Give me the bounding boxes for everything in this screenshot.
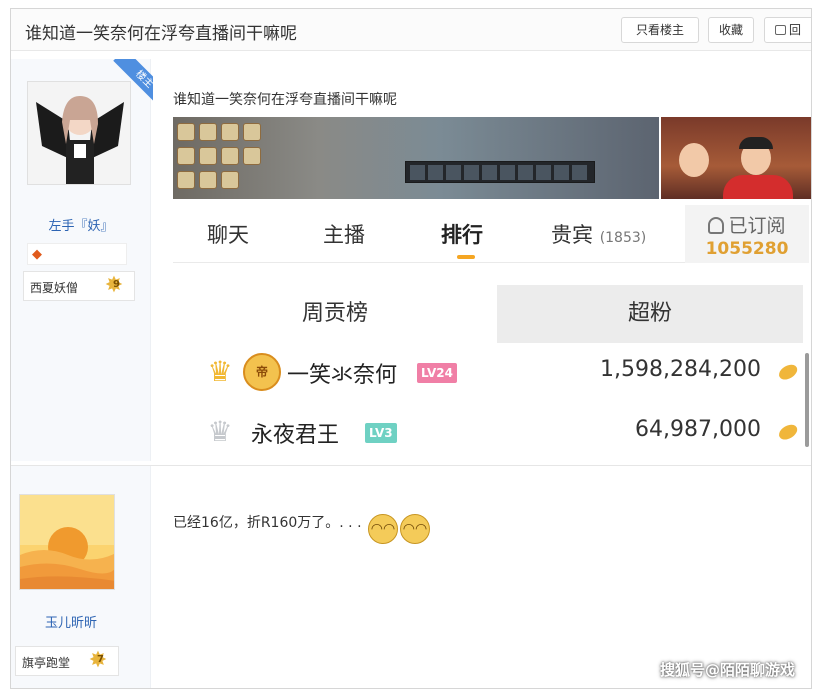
vip-count: (1853) [599, 230, 647, 246]
username[interactable]: 玉儿昕昕 [11, 612, 131, 631]
tab-streamer[interactable]: 主播 [323, 219, 365, 249]
reply-icon [775, 25, 786, 35]
user-level: 西夏妖僧 ✸ 9 [23, 271, 135, 301]
ranking-row[interactable]: ♛ 帝 一笑氺奈何 LV24 1,598,284,200 ⬬ [203, 353, 804, 395]
stream-screenshot: 聊天 主播 排行 贵宾 (1853) 已订阅 1055280 周贡榜 超粉 ♛ [173, 117, 811, 457]
level-title: 西夏妖僧 [30, 281, 79, 295]
gold-crown-icon: ♛ [207, 355, 233, 388]
user-level: 旗亭跑堂 ✸ 7 [15, 646, 119, 676]
sunset-avatar-image [20, 495, 114, 589]
active-tab-indicator [457, 255, 475, 259]
thread-header: 谁知道一笑奈何在浮夸直播间干嘛呢 只看楼主 收藏 回 [11, 9, 811, 51]
only-op-button[interactable]: 只看楼主 [621, 17, 699, 43]
op-badge: 楼主 [103, 59, 153, 109]
user-sidebar: 玉儿昕昕 旗亭跑堂 ✸ 7 [11, 466, 151, 688]
post: 玉儿昕昕 旗亭跑堂 ✸ 7 已经16亿，折R160万了。. . . ◠◠ ◠◠ [11, 465, 811, 688]
game-hud [405, 161, 595, 183]
streamer-camera [661, 117, 811, 199]
subscribe-label: 已订阅 [728, 215, 786, 237]
tab-super-fans[interactable]: 超粉 [497, 285, 803, 343]
coin-icon: ⬬ [772, 414, 804, 450]
ranking-row[interactable]: ♛ 永夜君王 LV3 64,987,000 ⬬ [203, 413, 803, 455]
post-content: 已经16亿，折R160万了。. . . ◠◠ ◠◠ [173, 466, 809, 688]
tab-weekly-contribution[interactable]: 周贡榜 [173, 285, 497, 343]
contribution-amount: 64,987,000 [635, 417, 761, 442]
post-content: 谁知道一笑奈何在浮夸直播间干嘛呢 聊天 主播 排行 贵宾 (1853) 已订阅 … [173, 59, 811, 461]
reply-label: 回 [789, 23, 802, 37]
level-badge: LV24 [417, 363, 457, 383]
favorite-button[interactable]: 收藏 [708, 17, 754, 43]
watermark: 搜狐号@陌陌聊游戏 [659, 661, 795, 679]
post-text: 谁知道一笑奈何在浮夸直播间干嘛呢 [173, 92, 397, 108]
tab-ranking[interactable]: 排行 [441, 219, 483, 249]
post: 楼主 左手『妖』 ◆ 西夏妖僧 ✸ 9 谁知道一笑奈何在浮夸直播间干嘛呢 聊天 … [11, 59, 811, 461]
tab-vip[interactable]: 贵宾 (1853) [551, 219, 646, 249]
contribution-amount: 1,598,284,200 [600, 357, 761, 382]
level-badge: LV3 [365, 423, 397, 443]
avatar[interactable] [19, 494, 115, 590]
silver-crown-icon: ♛ [207, 415, 233, 448]
game-icons [177, 123, 287, 193]
subscribe-button[interactable]: 已订阅 1055280 [685, 205, 809, 263]
stream-tabs: 聊天 主播 排行 贵宾 (1853) 已订阅 1055280 [173, 205, 809, 263]
user-icons: ◆ [27, 243, 127, 265]
reply-button[interactable]: 回 [764, 17, 811, 43]
ranking-scrollbar[interactable] [805, 353, 809, 447]
forum-thread: 谁知道一笑奈何在浮夸直播间干嘛呢 只看楼主 收藏 回 楼主 左手『妖』 ◆ 西夏… [10, 8, 812, 689]
level-title: 旗亭跑堂 [22, 656, 71, 670]
ranking-name: 一笑氺奈何 [287, 363, 398, 388]
thread-title: 谁知道一笑奈何在浮夸直播间干嘛呢 [25, 24, 297, 44]
tab-chat[interactable]: 聊天 [207, 219, 249, 249]
level-number: 9 [113, 279, 120, 290]
level-number: 7 [97, 654, 104, 665]
game-view [173, 117, 659, 199]
coin-icon: ⬬ [772, 354, 804, 390]
post-text: 已经16亿，折R160万了。. . . ◠◠ ◠◠ [173, 512, 430, 544]
noble-badge-icon: 帝 [243, 353, 281, 391]
user-sidebar: 楼主 左手『妖』 ◆ 西夏妖僧 ✸ 9 [11, 59, 153, 461]
rank-tabs: 周贡榜 超粉 [173, 285, 809, 343]
subscriber-count: 1055280 [705, 239, 789, 259]
ranking-name: 永夜君王 [251, 423, 340, 448]
username[interactable]: 左手『妖』 [11, 215, 151, 234]
bell-icon [708, 217, 725, 234]
mask-icon: ◆ [32, 247, 42, 262]
laughing-emoji-icon: ◠◠ [367, 514, 398, 544]
laughing-emoji-icon: ◠◠ [399, 514, 430, 544]
